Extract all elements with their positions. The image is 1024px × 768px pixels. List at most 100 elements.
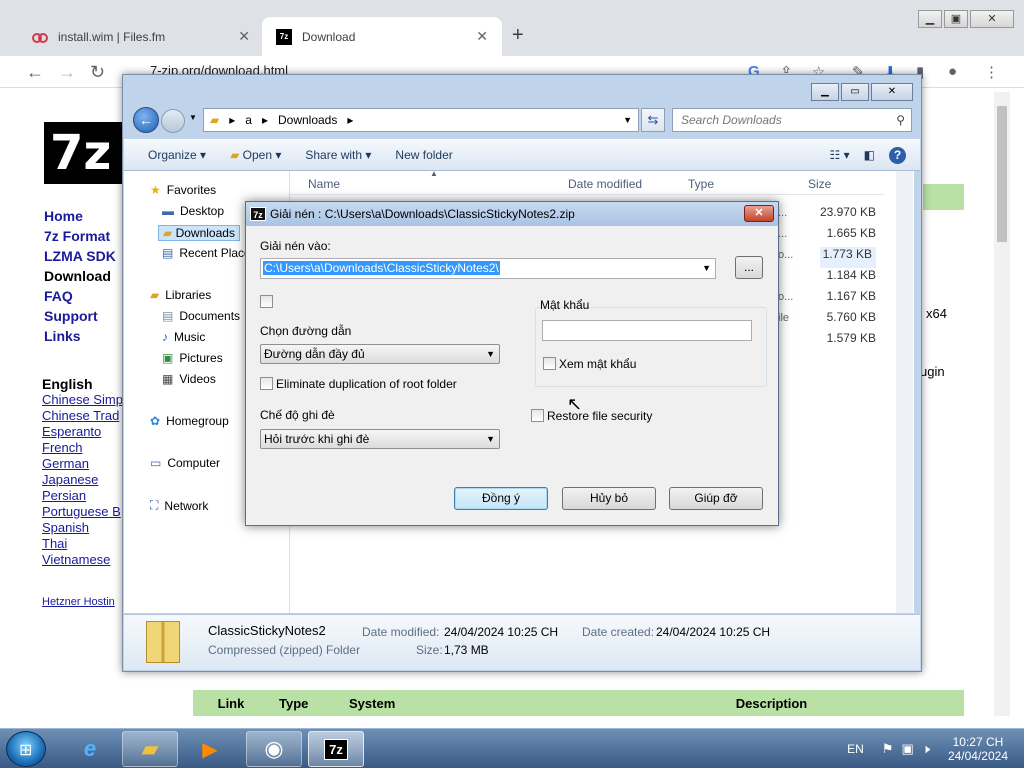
language-link[interactable]: Esperanto [42,424,123,440]
minimize-icon[interactable]: ▁ [811,83,839,101]
chrome-icon: ◉ [264,736,284,761]
show-password-checkbox[interactable] [543,357,556,370]
taskbar-chrome[interactable]: ◉ [246,731,302,767]
col-date-modified[interactable]: Date modified [568,177,642,191]
taskbar-media-player[interactable]: ▶ [182,731,238,767]
cancel-button[interactable]: Hủy bỏ [562,487,656,510]
site-nav-support[interactable]: Support [44,306,116,326]
site-nav-lzma-sdk[interactable]: LZMA SDK [44,246,116,266]
language-link[interactable]: Vietnamese [42,552,123,568]
overwrite-mode-select[interactable]: Hỏi trước khi ghi đè ▼ [260,429,500,449]
dialog-close-icon[interactable]: ✕ [744,205,774,222]
ok-button[interactable]: Đồng ý [454,487,548,510]
address-dropdown-icon[interactable]: ▼ [623,115,632,125]
language-link[interactable]: Spanish [42,520,123,536]
close-tab-icon[interactable]: ✕ [238,28,250,45]
nav-homegroup[interactable]: ✿ Homegroup [150,414,229,428]
nav-libraries[interactable]: ▰ Libraries [150,288,211,302]
nav-music[interactable]: ♪ Music [162,330,205,344]
path-mode-select[interactable]: Đường dẫn đầy đủ ▼ [260,344,500,364]
recent-pages-icon[interactable]: ▼ [189,113,197,122]
nav-recent-places[interactable]: ▤ Recent Places [162,246,257,260]
forward-arrow-icon[interactable] [161,109,185,133]
nav-network[interactable]: ⛶ Network [150,498,208,513]
back-arrow-icon[interactable]: ← [133,107,159,133]
back-arrow-icon[interactable]: ← [26,62,44,83]
col-size[interactable]: Size [808,177,831,191]
browse-button[interactable]: ... [735,256,763,279]
site-nav-links[interactable]: Links [44,326,116,346]
minimize-icon[interactable]: ▁ [918,10,942,28]
tab-filesfm[interactable]: install.wim | Files.fm ✕ [18,17,264,56]
organize-button[interactable]: Organize ▾ [124,148,218,162]
col-name[interactable]: Name [308,177,340,191]
hosting-link[interactable]: Hetzner Hostin [42,596,115,608]
profile-avatar-icon[interactable]: ● [948,63,957,80]
reload-icon[interactable]: ↻ [90,62,105,83]
refresh-icon[interactable]: ⇆ [641,108,665,132]
password-input[interactable] [542,320,752,341]
breadcrumb-arrow-icon[interactable]: ▸ [262,113,268,127]
breadcrumb-arrow-icon[interactable]: ▸ [347,113,353,127]
forward-arrow-icon[interactable]: → [58,62,76,83]
site-nav-7z-format[interactable]: 7z Format [44,226,116,246]
close-window-icon[interactable]: ✕ [970,10,1014,28]
page-scrollbar[interactable] [994,92,1010,716]
taskbar-7zip[interactable]: 7z [308,731,364,767]
clock[interactable]: 10:27 CH 24/04/2024 [948,735,1008,763]
extract-to-combobox[interactable]: C:\Users\a\Downloads\ClassicStickyNotes2… [260,258,716,279]
start-button[interactable]: ⊞ [6,731,46,767]
search-icon[interactable]: ⚲ [896,109,905,131]
language-link[interactable]: Persian [42,488,123,504]
close-window-icon[interactable]: ✕ [871,83,913,101]
chevron-down-icon[interactable]: ▼ [702,259,711,278]
close-tab-icon[interactable]: ✕ [476,28,488,45]
breadcrumb-root[interactable]: a [245,113,252,127]
site-nav-faq[interactable]: FAQ [44,286,116,306]
breadcrumb-downloads[interactable]: Downloads [278,113,337,127]
restore-security-checkbox[interactable] [531,409,544,422]
nav-desktop[interactable]: ▬ Desktop [162,204,224,218]
language-link[interactable]: Thai [42,536,123,552]
input-language[interactable]: EN [847,742,864,756]
unlabeled-checkbox[interactable] [260,295,273,308]
nav-computer[interactable]: ▭ Computer [150,456,220,470]
restore-icon[interactable]: ▣ [944,10,968,28]
nav-favorites[interactable]: ★ Favorites [150,183,216,197]
preview-pane-icon[interactable]: ◧ [864,148,875,162]
language-link[interactable]: Chinese Trad [42,408,123,424]
network-tray-icon[interactable]: ▣ [901,741,913,757]
nav-documents[interactable]: ▤ Documents [162,309,240,323]
language-link[interactable]: German [42,456,123,472]
taskbar-ie[interactable]: e [62,731,118,767]
nav-downloads[interactable]: ▰ Downloads [158,225,240,241]
tab-download[interactable]: 7z Download ✕ [262,17,502,56]
nav-pictures[interactable]: ▣ Pictures [162,351,223,365]
breadcrumb-arrow-icon[interactable]: ▸ [229,113,235,127]
language-link[interactable]: Portuguese B [42,504,123,520]
site-nav-home[interactable]: Home [44,206,116,226]
language-link[interactable]: Japanese [42,472,123,488]
search-input[interactable]: Search Downloads ⚲ [672,108,912,132]
file-list-scrollbar[interactable] [896,171,913,613]
language-link[interactable]: Chinese Simp [42,392,123,408]
scrollbar-thumb[interactable] [997,106,1007,242]
help-button[interactable]: Giúp đỡ [669,487,763,510]
nav-videos[interactable]: ▦ Videos [162,372,216,386]
maximize-icon[interactable]: ▭ [841,83,869,101]
eliminate-duplication-checkbox[interactable] [260,377,273,390]
address-bar[interactable]: ▰ ▸ a ▸ Downloads ▸ ▼ [203,108,639,132]
new-tab-button[interactable]: + [512,24,524,47]
action-center-flag-icon[interactable]: ⚑ [882,741,894,757]
new-folder-button[interactable]: New folder [383,148,464,162]
menu-kebab-icon[interactable]: ⋮ [984,63,999,81]
help-icon[interactable]: ? [889,146,906,164]
col-type[interactable]: Type [688,177,714,191]
site-nav-download[interactable]: Download [44,266,116,286]
volume-muted-icon[interactable]: 🕨 [922,741,930,757]
open-button[interactable]: ▰ Open ▾ [218,148,293,162]
share-with-button[interactable]: Share with ▾ [293,148,383,162]
change-view-icon[interactable]: ☷ ▾ [830,148,850,162]
taskbar-explorer[interactable]: ▰ [122,731,178,767]
language-link[interactable]: French [42,440,123,456]
